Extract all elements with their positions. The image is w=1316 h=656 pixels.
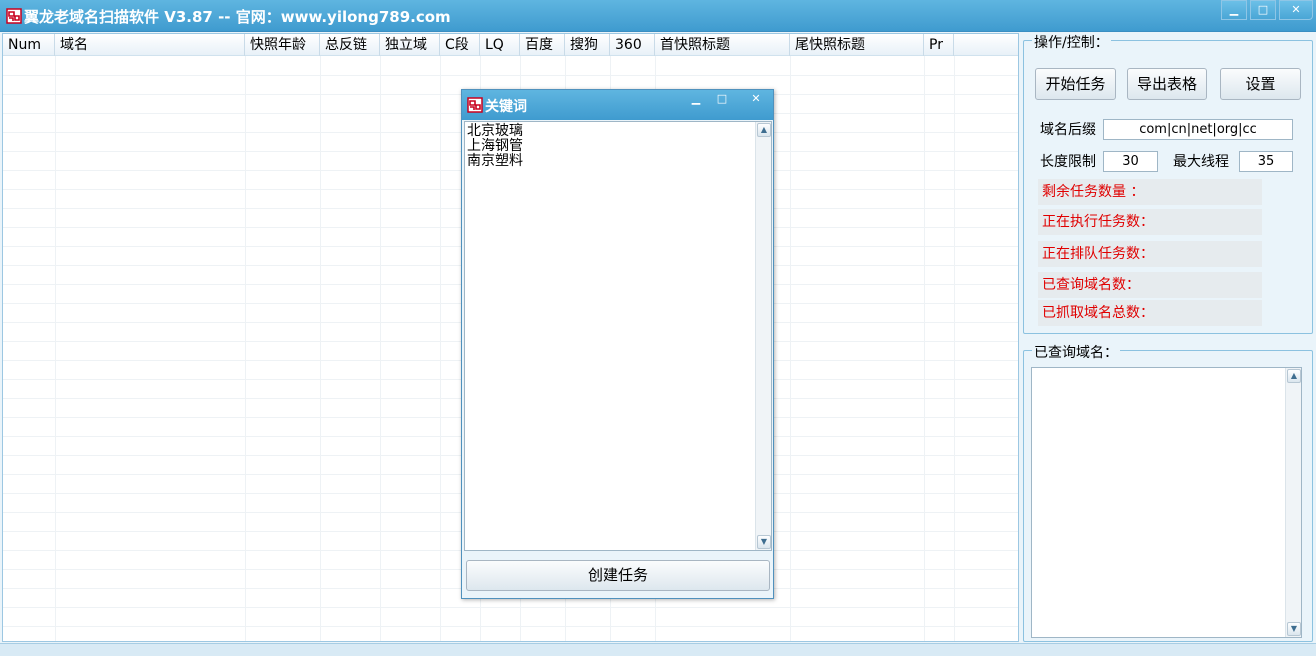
maximize-button[interactable]: □ [1250,0,1276,20]
grid-line [924,56,925,641]
grid-line [320,56,321,641]
dialog-title-bar: 关键词 ▁ □ ✕ [462,90,773,120]
status-bar [0,643,1316,656]
settings-button[interactable]: 设置 [1220,68,1301,100]
running-tasks-stat: 正在执行任务数： [1038,209,1262,235]
grid-line [245,56,246,641]
queried-domains-stat: 已查询域名数： [1038,272,1262,298]
suffix-label: 域名后缀 [1040,122,1096,138]
col-pr[interactable]: Pr [924,34,954,56]
col-sogou[interactable]: 搜狗 [565,34,610,56]
start-task-button[interactable]: 开始任务 [1035,68,1116,100]
keyword-dialog: 关键词 ▁ □ ✕ 北京玻璃 上海钢管 南京塑料 ▲ ▼ 创建任务 [461,89,774,599]
export-table-button[interactable]: 导出表格 [1127,68,1207,100]
max-threads-input[interactable]: 35 [1239,151,1293,172]
col-baidu[interactable]: 百度 [520,34,565,56]
keyword-line: 上海钢管 [467,138,523,154]
length-limit-input[interactable]: 30 [1103,151,1158,172]
grid-line [3,607,1018,608]
col-snapshot-age[interactable]: 快照年龄 [245,34,320,56]
app-logo-icon [6,8,22,24]
col-backlinks[interactable]: 总反链 [320,34,380,56]
col-unique-domains[interactable]: 独立域 [380,34,440,56]
col-last-snapshot-title[interactable]: 尾快照标题 [790,34,924,56]
grid-line [3,626,1018,627]
fetched-domains-stat: 已抓取域名总数： [1038,300,1262,326]
list-header: Num 域名 快照年龄 总反链 独立域 C段 LQ 百度 搜狗 360 首快照标… [3,34,1018,56]
max-threads-label: 最大线程 [1173,154,1229,170]
scroll-down-icon[interactable]: ▼ [1287,622,1301,636]
grid-line [790,56,791,641]
suffix-input[interactable]: com|cn|net|org|cc [1103,119,1293,140]
col-lq[interactable]: LQ [480,34,520,56]
grid-line [55,56,56,641]
keyword-textarea[interactable]: 北京玻璃 上海钢管 南京塑料 ▲ ▼ [464,121,772,551]
dialog-maximize-button[interactable]: □ [710,92,734,108]
dialog-close-button[interactable]: ✕ [744,92,768,108]
control-group-legend: 操作/控制： [1032,32,1111,52]
keyword-scrollbar[interactable]: ▲ ▼ [755,122,771,550]
queued-tasks-stat: 正在排队任务数： [1038,241,1262,267]
title-bar: 翼龙老域名扫描软件 V3.87 -- 官网：www.yilong789.com … [0,0,1316,32]
minimize-button[interactable]: ▁ [1221,0,1247,20]
grid-line [954,56,955,641]
queried-list-scrollbar[interactable]: ▲ ▼ [1285,368,1301,637]
close-button[interactable]: ✕ [1279,0,1313,20]
window-title: 翼龙老域名扫描软件 V3.87 -- 官网：www.yilong789.com [24,8,451,26]
grid-line [380,56,381,641]
col-first-snapshot-title[interactable]: 首快照标题 [655,34,790,56]
dialog-minimize-button[interactable]: ▁ [684,92,708,108]
create-task-button[interactable]: 创建任务 [466,560,770,591]
scroll-up-icon[interactable]: ▲ [757,123,771,137]
scroll-down-icon[interactable]: ▼ [757,535,771,549]
keyword-line: 北京玻璃 [467,123,523,139]
dialog-logo-icon [467,97,483,113]
grid-line [440,56,441,641]
col-c-segment[interactable]: C段 [440,34,480,56]
queried-domains-list[interactable]: ▲ ▼ [1031,367,1302,638]
queried-domains-legend: 已查询域名： [1032,342,1120,362]
dialog-title: 关键词 [485,99,527,115]
remaining-tasks-stat: 剩余任务数量 ： [1038,179,1262,205]
grid-line [3,75,1018,76]
col-360[interactable]: 360 [610,34,655,56]
length-limit-label: 长度限制 [1040,154,1096,170]
keyword-line: 南京塑料 [467,153,523,169]
col-num[interactable]: Num [3,34,55,56]
col-domain[interactable]: 域名 [55,34,245,56]
scroll-up-icon[interactable]: ▲ [1287,369,1301,383]
